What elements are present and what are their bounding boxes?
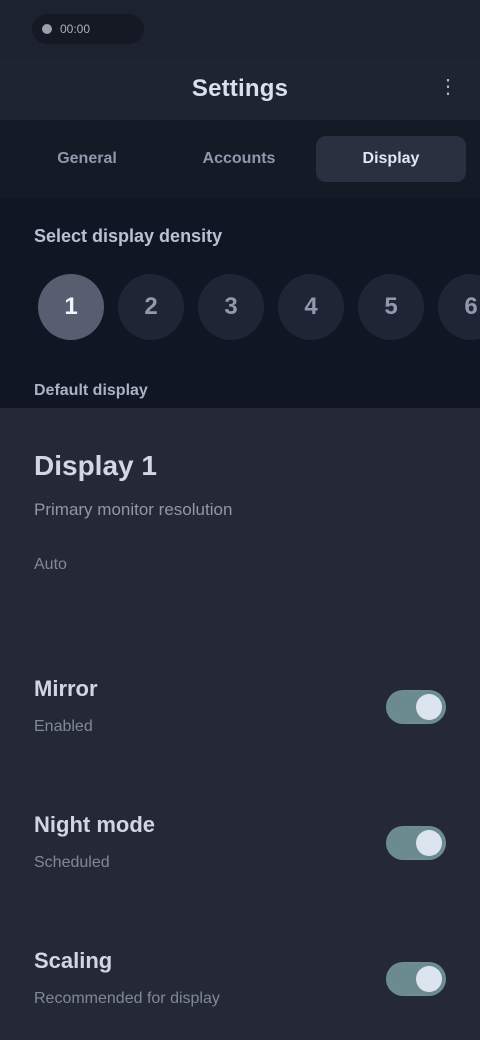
setting-row-mirror[interactable]: Mirror Enabled — [0, 642, 480, 778]
tab-accounts[interactable]: Accounts — [164, 136, 314, 182]
setting-subtitle: Scheduled — [34, 854, 110, 871]
display-options-title: Select display density — [34, 226, 223, 246]
night-mode-toggle[interactable] — [386, 826, 446, 860]
scaling-toggle[interactable] — [386, 962, 446, 996]
setting-title: Mirror — [34, 676, 98, 701]
main-content: Display 1 Primary monitor resolution Aut… — [0, 408, 480, 1040]
density-chip[interactable]: 3 — [198, 274, 264, 340]
setting-title: Night mode — [34, 812, 155, 837]
density-chip[interactable]: 5 — [358, 274, 424, 340]
setting-subtitle: Enabled — [34, 718, 93, 735]
status-label: 00:00 — [60, 22, 91, 36]
density-chip[interactable]: 1 — [38, 274, 104, 340]
display-options-panel: Select display density 1 2 3 4 5 6 Defau… — [0, 198, 480, 408]
setting-title: Scaling — [34, 948, 113, 973]
toggle-knob — [416, 830, 442, 856]
status-pill: 00:00 — [32, 14, 144, 44]
settings-tabs: General Accounts Display — [0, 120, 480, 198]
settings-list: Mirror Enabled Night mode Scheduled Scal… — [0, 642, 480, 1040]
setting-row-night-mode[interactable]: Night mode Scheduled — [0, 778, 480, 914]
app-bar: Settings ⋮ — [0, 58, 480, 120]
density-chip[interactable]: 2 — [118, 274, 184, 340]
density-chip[interactable]: 4 — [278, 274, 344, 340]
toggle-knob — [416, 966, 442, 992]
tab-general[interactable]: General — [12, 136, 162, 182]
options-footer-label: Default display — [34, 382, 148, 399]
display-meta: Auto — [34, 556, 67, 573]
display-density-chip-row: 1 2 3 4 5 6 — [38, 274, 480, 340]
more-vert-icon[interactable]: ⋮ — [438, 76, 458, 98]
setting-subtitle: Recommended for display — [34, 990, 220, 1007]
settings-screen: 00:00 Settings ⋮ General Accounts Displa… — [0, 0, 480, 1040]
page-title: Settings — [191, 75, 289, 102]
setting-row-scaling[interactable]: Scaling Recommended for display — [0, 914, 480, 1040]
tab-display[interactable]: Display — [316, 136, 466, 182]
display-profile: Display 1 Primary monitor resolution Aut… — [34, 450, 446, 574]
toggle-knob — [416, 694, 442, 720]
mirror-toggle[interactable] — [386, 690, 446, 724]
status-bar: 00:00 — [0, 0, 480, 58]
display-name: Display 1 — [34, 450, 157, 481]
density-chip[interactable]: 6 — [438, 274, 480, 340]
display-description: Primary monitor resolution — [34, 500, 233, 519]
status-dot-icon — [42, 24, 52, 34]
